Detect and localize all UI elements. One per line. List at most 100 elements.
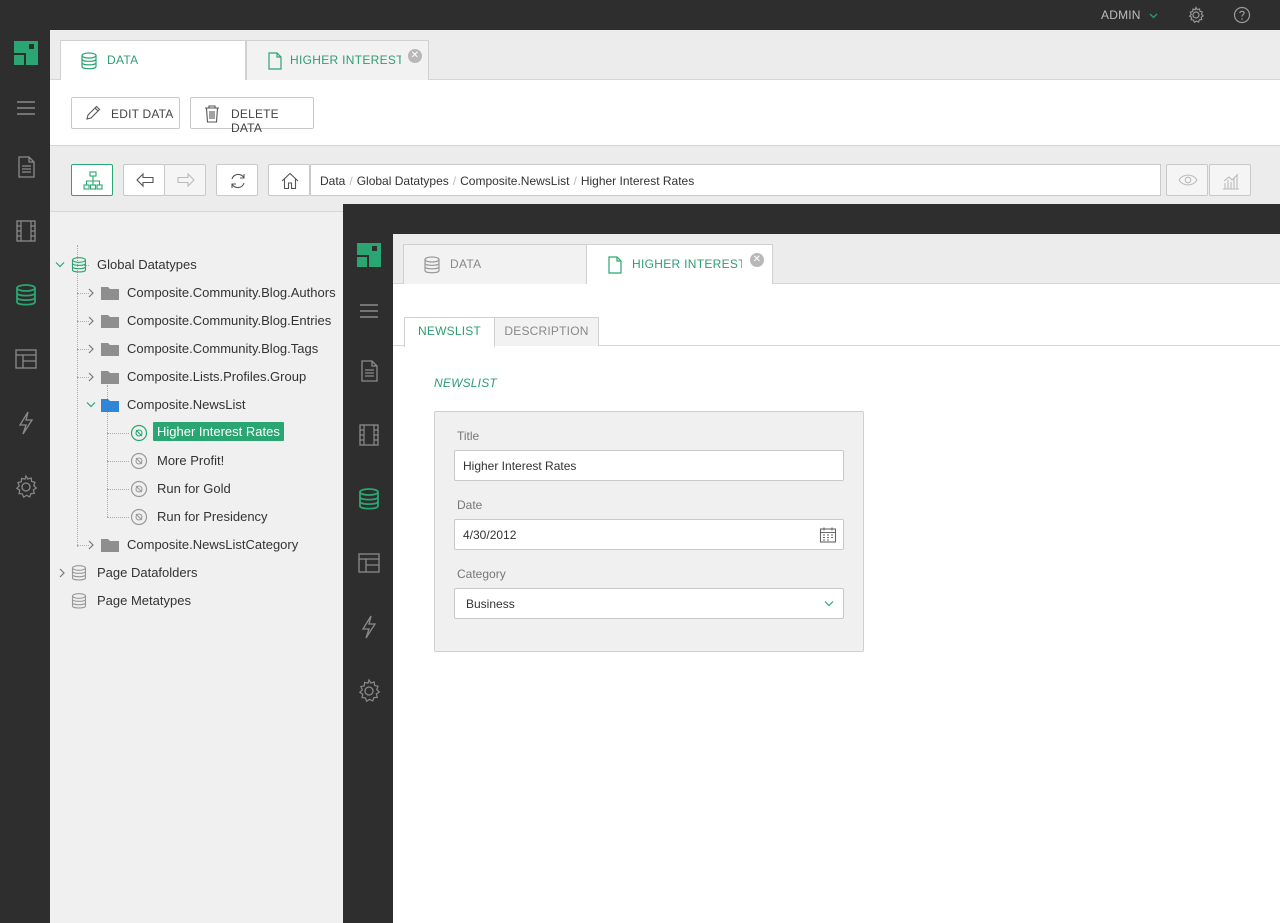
chevron-right-icon xyxy=(88,316,94,326)
title-field[interactable]: Higher Interest Rates xyxy=(454,450,844,481)
tab-data[interactable]: DATA xyxy=(403,244,587,284)
tree-node-folder[interactable]: Composite.Community.Blog.Entries xyxy=(87,310,343,332)
user-menu[interactable]: ADMIN xyxy=(1101,8,1158,22)
document-icon xyxy=(605,255,625,275)
document-icon xyxy=(265,51,285,71)
chart-icon xyxy=(1223,173,1239,190)
calendar-icon[interactable] xyxy=(819,526,837,544)
tab-document[interactable]: HIGHER INTEREST RA ✕ xyxy=(586,244,773,285)
refresh-icon xyxy=(231,173,245,189)
tree-node-label: Composite.NewsList xyxy=(127,397,246,412)
tab-data[interactable]: DATA xyxy=(60,40,246,81)
data-item-icon xyxy=(130,480,148,498)
settings-icon[interactable] xyxy=(356,678,382,704)
tab-document-label: HIGHER INTEREST RA xyxy=(290,53,401,67)
editor-window: DATA HIGHER INTEREST RA ✕ NEWSLIST DESCR… xyxy=(343,204,1280,923)
tree-node-label: Composite.NewsListCategory xyxy=(127,537,299,552)
title-label: Title xyxy=(457,429,480,443)
tree-item[interactable]: Run for Presidency xyxy=(130,506,300,528)
home-button[interactable] xyxy=(268,164,310,196)
breadcrumb-separator: / xyxy=(573,174,577,188)
tab-document[interactable]: HIGHER INTEREST RA ✕ xyxy=(246,40,429,80)
breadcrumb-item[interactable]: Higher Interest Rates xyxy=(581,174,694,188)
database-icon xyxy=(79,51,99,71)
edit-data-label: EDIT DATA xyxy=(111,107,174,121)
tree-item[interactable]: Run for Gold xyxy=(130,478,300,500)
tree-node-page-metatypes[interactable]: Page Metatypes xyxy=(58,590,338,612)
tab-description[interactable]: DESCRIPTION xyxy=(494,317,599,346)
eye-icon xyxy=(1178,174,1198,186)
folder-icon xyxy=(101,539,119,552)
media-icon[interactable] xyxy=(356,422,382,448)
refresh-button[interactable] xyxy=(216,164,258,196)
function-icon[interactable] xyxy=(356,614,382,640)
chevron-right-icon xyxy=(88,344,94,354)
database-icon[interactable] xyxy=(13,282,39,308)
tree-node-folder-open[interactable]: Composite.NewsList xyxy=(86,394,343,416)
tree-line xyxy=(77,245,78,547)
tree-node-label: Global Datatypes xyxy=(97,257,197,272)
folder-open-icon xyxy=(101,399,119,412)
help-icon[interactable] xyxy=(1233,6,1251,24)
delete-data-button[interactable]: DELETE DATA xyxy=(190,97,314,135)
gear-icon[interactable] xyxy=(1187,6,1205,24)
breadcrumb-item[interactable]: Global Datatypes xyxy=(357,174,449,188)
chevron-right-icon xyxy=(88,372,94,382)
database-icon xyxy=(71,565,87,581)
app-sidebar xyxy=(0,30,50,923)
close-icon[interactable]: ✕ xyxy=(750,253,764,267)
editor-tab-strip: DATA HIGHER INTEREST RA ✕ xyxy=(393,234,1280,285)
database-icon xyxy=(71,257,87,273)
layout-icon[interactable] xyxy=(356,550,382,576)
tab-document-label: HIGHER INTEREST RA xyxy=(632,257,742,271)
address-bar[interactable]: Data / Global Datatypes / Composite.NewsList… xyxy=(310,164,1161,196)
date-field[interactable]: 4/30/2012 xyxy=(454,519,844,550)
tree-node-label: Composite.Community.Blog.Tags xyxy=(127,341,319,356)
top-bar: ADMIN xyxy=(0,0,1280,30)
tab-data-label: DATA xyxy=(107,53,139,67)
forward-button[interactable] xyxy=(164,164,206,196)
layout-icon[interactable] xyxy=(13,346,39,372)
chevron-down-icon xyxy=(86,402,96,408)
edit-data-button[interactable]: EDIT DATA xyxy=(71,97,180,129)
tree-view-button[interactable] xyxy=(71,164,113,196)
section-title: NEWSLIST xyxy=(434,376,497,390)
chevron-down-icon xyxy=(1149,8,1158,22)
user-name: ADMIN xyxy=(1101,8,1141,22)
tree-node-folder[interactable]: Composite.Community.Blog.Tags xyxy=(87,338,343,360)
tree-line xyxy=(107,517,129,518)
media-icon[interactable] xyxy=(13,218,39,244)
tree-item[interactable]: More Profit! xyxy=(130,450,300,472)
breadcrumb-item[interactable]: Data xyxy=(320,174,345,188)
chevron-right-icon xyxy=(88,288,94,298)
breadcrumb-separator: / xyxy=(349,174,353,188)
tree-node-folder[interactable]: Composite.NewsListCategory xyxy=(87,534,343,556)
breadcrumb-item[interactable]: Composite.NewsList xyxy=(460,174,569,188)
tree-node-folder[interactable]: Composite.Lists.Profiles.Group xyxy=(87,366,343,388)
stats-button[interactable] xyxy=(1209,164,1251,196)
tree-node-page-datafolders[interactable]: Page Datafolders xyxy=(58,562,338,584)
tree-item-label: Run for Gold xyxy=(157,481,231,496)
tree-node-folder[interactable]: Composite.Community.Blog.Authors xyxy=(87,282,343,304)
title-value: Higher Interest Rates xyxy=(463,459,577,473)
menu-icon[interactable] xyxy=(356,298,382,324)
category-select[interactable]: Business xyxy=(454,588,844,619)
settings-icon[interactable] xyxy=(13,474,39,500)
tree-node-global-datatypes[interactable]: Global Datatypes xyxy=(55,254,335,276)
function-icon[interactable] xyxy=(13,410,39,436)
tree-item-label: Higher Interest Rates xyxy=(153,422,284,441)
tree-line xyxy=(107,461,129,462)
folder-icon xyxy=(101,315,119,328)
tab-data-label: DATA xyxy=(450,257,482,271)
menu-icon[interactable] xyxy=(13,95,39,121)
database-icon[interactable] xyxy=(356,486,382,512)
back-button[interactable] xyxy=(123,164,165,196)
tree-item-selected[interactable]: Higher Interest Rates xyxy=(130,422,300,444)
category-value: Business xyxy=(466,597,515,611)
chevron-right-icon xyxy=(88,540,94,550)
content-icon[interactable] xyxy=(356,358,382,384)
preview-button[interactable] xyxy=(1166,164,1208,196)
close-icon[interactable]: ✕ xyxy=(408,49,422,63)
content-icon[interactable] xyxy=(13,154,39,180)
tab-newslist[interactable]: NEWSLIST xyxy=(404,317,495,347)
